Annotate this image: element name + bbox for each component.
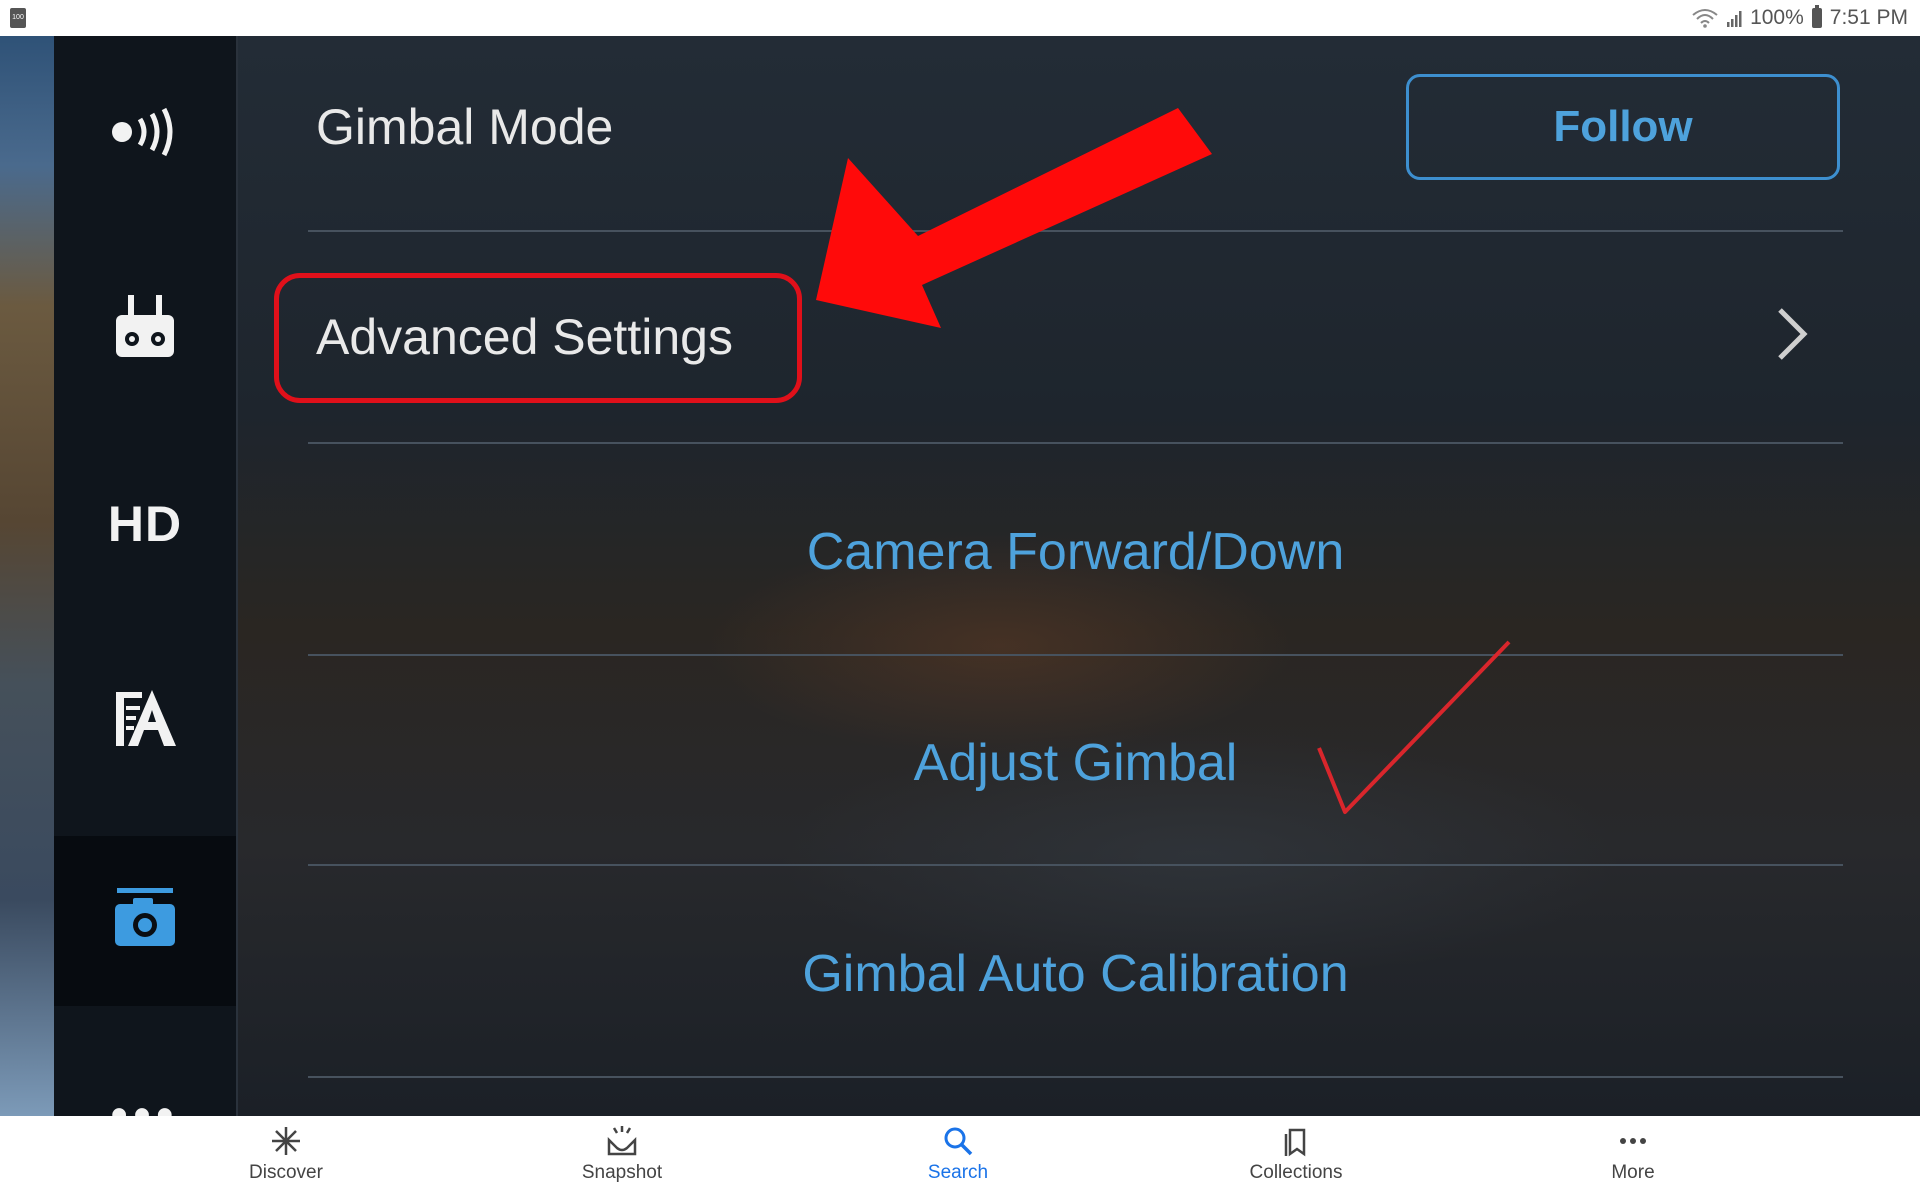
divider [308, 1076, 1843, 1078]
bottom-navigation: Discover Snapshot Search Collections Mor… [0, 1116, 1920, 1200]
battery-percent: 100% [1750, 6, 1804, 29]
aircraft-settings-icon[interactable] [105, 678, 185, 758]
gimbal-auto-calibration-option[interactable]: Gimbal Auto Calibration [308, 944, 1843, 1004]
more-dots-label: ••• [110, 1089, 180, 1117]
gimbal-auto-calibration-label: Gimbal Auto Calibration [802, 945, 1349, 1003]
gimbal-camera-icon[interactable] [105, 878, 185, 958]
screenshot-image: HD ••• Gimbal Mode Follow Advanced Setti… [0, 36, 1920, 1116]
wifi-icon [1692, 9, 1718, 28]
remote-controller-icon[interactable] [105, 286, 185, 366]
status-bar: 100 100% 7:51 PM [0, 0, 1920, 36]
collections-icon [1284, 1128, 1306, 1157]
gimbal-mode-label: Gimbal Mode [316, 99, 614, 155]
advanced-settings-label: Advanced Settings [316, 309, 733, 365]
divider [308, 654, 1843, 656]
asterisk-icon [272, 1127, 300, 1155]
chevron-right-icon[interactable] [1772, 304, 1812, 364]
hd-label: HD [107, 496, 183, 552]
nav-snapshot-label: Snapshot [581, 1162, 663, 1183]
nav-collections[interactable]: Collections [1196, 1124, 1396, 1198]
hd-icon[interactable]: HD [105, 484, 185, 564]
status-indicators: 100% 7:51 PM [1692, 0, 1908, 36]
nav-discover-label: Discover [249, 1162, 323, 1183]
snapshot-icon [607, 1126, 637, 1156]
advanced-settings-row[interactable]: Advanced Settings [316, 308, 733, 366]
settings-sidebar: HD ••• [54, 36, 238, 1116]
nav-discover[interactable]: Discover [186, 1124, 386, 1198]
notification-icon: 100 [10, 8, 26, 28]
nav-snapshot[interactable]: Snapshot [522, 1124, 722, 1198]
adjust-gimbal-option[interactable]: Adjust Gimbal [308, 733, 1843, 793]
nav-collections-label: Collections [1249, 1162, 1343, 1183]
clock: 7:51 PM [1829, 6, 1908, 29]
follow-label: Follow [1553, 102, 1693, 151]
divider [308, 442, 1843, 444]
divider [308, 864, 1843, 866]
transmission-signal-icon[interactable] [105, 92, 185, 172]
battery-icon [1811, 5, 1822, 28]
nav-more-label: More [1611, 1162, 1655, 1183]
signal-icon [1727, 11, 1742, 27]
gimbal-settings-panel: Gimbal Mode Follow Advanced Settings Cam… [238, 36, 1920, 1116]
nav-search-label: Search [927, 1162, 989, 1183]
adjust-gimbal-label: Adjust Gimbal [913, 734, 1238, 792]
camera-forward-down-option[interactable]: Camera Forward/Down [308, 522, 1843, 582]
divider [308, 230, 1843, 232]
more-icon [1620, 1138, 1646, 1144]
nav-more[interactable]: More [1533, 1124, 1733, 1198]
nav-search[interactable]: Search [858, 1124, 1058, 1198]
gimbal-mode-follow-button[interactable]: Follow [1406, 74, 1840, 180]
search-icon [944, 1127, 973, 1156]
camera-view-edge [0, 36, 54, 1116]
more-dots-icon[interactable]: ••• [105, 1076, 185, 1117]
camera-forward-down-label: Camera Forward/Down [806, 523, 1345, 581]
